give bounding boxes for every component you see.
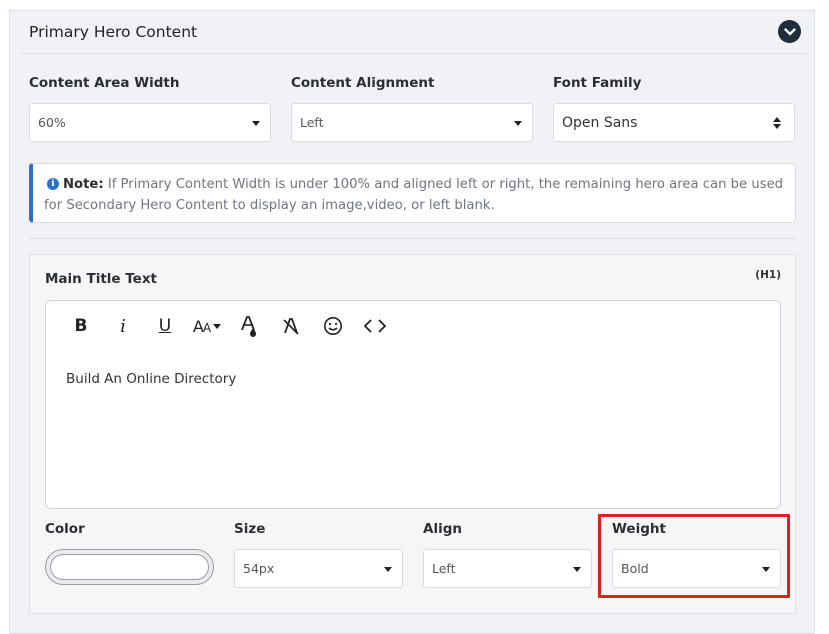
main-title-label: Main Title Text [45,271,157,287]
font-family-label: Font Family [553,75,642,91]
font-family-value: Open Sans [562,114,638,131]
underline-icon: U [158,316,172,336]
size-label: Size [234,521,266,537]
align-value: Left [432,561,456,576]
content-area-width-select[interactable]: 60% [29,103,271,142]
content-alignment-value: Left [300,115,324,130]
emoji-icon [324,317,342,335]
info-icon: i [47,178,59,190]
chevron-down-icon [783,27,796,35]
bold-icon: B [74,316,88,336]
emoji-button[interactable] [312,313,354,339]
color-picker[interactable] [45,549,214,585]
size-value: 54px [243,561,275,576]
content-area-width-value: 60% [38,115,66,130]
align-label: Align [423,521,462,537]
size-select[interactable]: 54px [234,549,403,588]
editor-toolbar: B i U AA [60,313,396,339]
text-color-icon [241,316,256,337]
clear-format-button[interactable] [270,313,312,339]
text-color-button[interactable] [228,313,270,339]
code-button[interactable] [354,313,396,339]
italic-icon: i [120,315,126,337]
bold-button[interactable]: B [60,313,102,339]
editor-content[interactable]: Build An Online Directory [66,371,236,387]
italic-button[interactable]: i [102,313,144,339]
color-swatch-fill [50,554,209,580]
font-size-icon: AA [192,316,211,336]
code-icon [364,319,386,333]
underline-button[interactable]: U [144,313,186,339]
rich-text-editor[interactable]: B i U AA Build An Online Directory [45,300,781,509]
section-divider [29,238,796,239]
caret-down-icon [252,121,260,126]
note-text: If Primary Content Width is under 100% a… [44,177,784,213]
caret-down-icon [213,323,222,329]
font-size-button[interactable]: AA [186,313,228,339]
content-alignment-select[interactable]: Left [291,103,533,142]
content-alignment-label: Content Alignment [291,75,435,91]
align-select[interactable]: Left [423,549,592,588]
sort-up-icon [773,117,781,122]
note-callout: i Note: If Primary Content Width is under… [29,163,796,223]
sort-down-icon [773,124,781,129]
weight-highlight-box [598,514,790,598]
caret-down-icon [514,121,522,126]
caret-down-icon [573,567,581,572]
heading-tag: (H1) [755,269,781,281]
panel-header[interactable]: Primary Hero Content [20,11,806,54]
note-label: Note: [63,177,104,192]
caret-down-icon [384,567,392,572]
collapse-button[interactable] [778,20,801,43]
color-label: Color [45,521,85,537]
content-area-width-label: Content Area Width [29,75,180,91]
font-family-select[interactable]: Open Sans [553,103,795,142]
panel-title: Primary Hero Content [29,23,198,41]
clear-format-icon [283,318,299,335]
